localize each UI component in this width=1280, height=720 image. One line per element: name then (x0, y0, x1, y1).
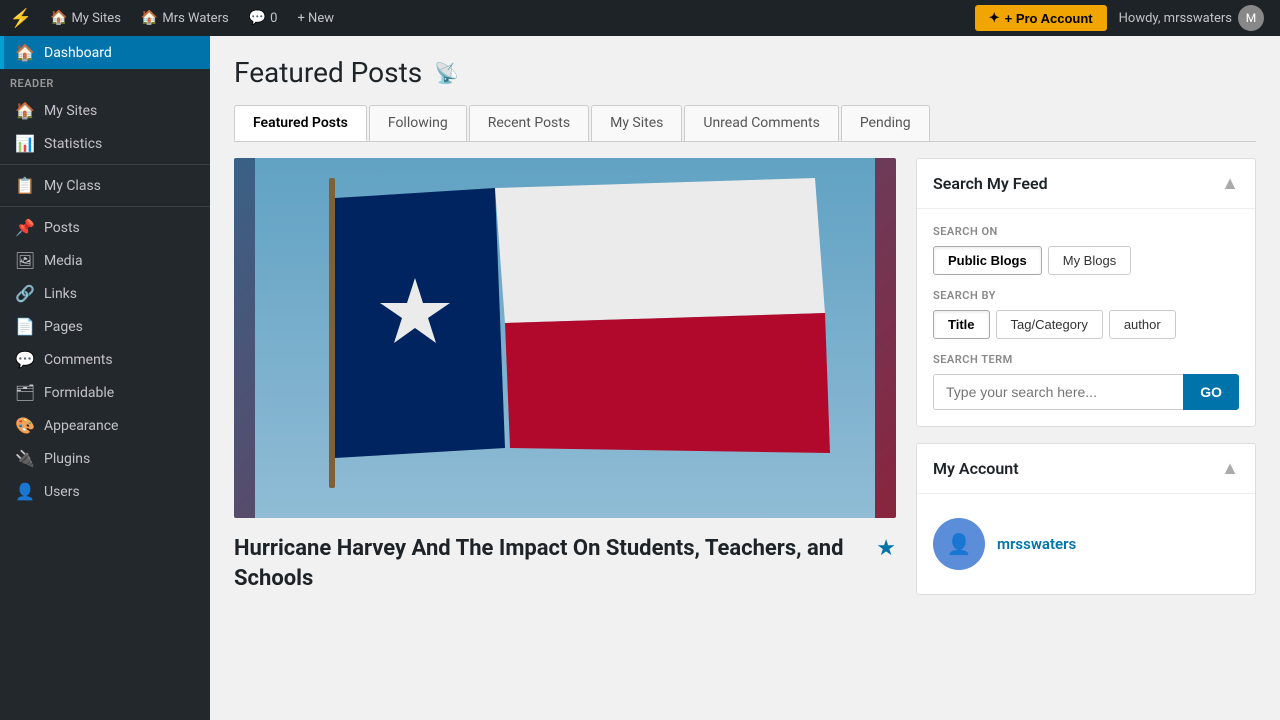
avatar-symbol: 👤 (947, 532, 972, 556)
sidebar-item-myclass[interactable]: 📋 My Class (0, 169, 210, 202)
page-title: Featured Posts (234, 56, 422, 89)
posts-icon: 📌 (14, 218, 36, 237)
account-username[interactable]: mrsswaters (997, 535, 1076, 553)
post-title[interactable]: Hurricane Harvey And The Impact On Stude… (234, 534, 866, 593)
users-icon: 👤 (14, 482, 36, 501)
media-icon: 🖼 (14, 251, 36, 270)
admin-avatar: M (1238, 5, 1264, 31)
account-widget-header: My Account ▲ (917, 444, 1255, 494)
sidebar-item-media[interactable]: 🖼 Media (0, 244, 210, 277)
links-icon: 🔗 (14, 284, 36, 303)
my-blogs-btn[interactable]: My Blogs (1048, 246, 1131, 275)
tab-pending[interactable]: Pending (841, 105, 930, 141)
account-avatar: 👤 (933, 518, 985, 570)
account-widget: My Account ▲ 👤 mrsswaters (916, 443, 1256, 595)
sidebar-item-posts[interactable]: 📌 Posts (0, 211, 210, 244)
sidebar-item-pages[interactable]: 📄 Pages (0, 310, 210, 343)
search-term-label: SEARCH TERM (933, 353, 1239, 366)
my-sites-menu[interactable]: 🏠 My Sites (42, 0, 129, 36)
main-content: Featured Posts 📡 Featured Posts Followin… (210, 36, 1280, 720)
statistics-icon: 📊 (14, 134, 36, 153)
tab-my-sites[interactable]: My Sites (591, 105, 682, 141)
search-by-options: Title Tag/Category author (933, 310, 1239, 339)
sidebar: 🏠 Dashboard Reader 🏠 My Sites 📊 Statisti… (0, 36, 210, 720)
formidable-icon: 🗂 (14, 383, 36, 402)
mysites-icon: 🏠 (14, 101, 36, 120)
appearance-icon: 🎨 (14, 416, 36, 435)
search-widget-header: Search My Feed ▲ (917, 159, 1255, 209)
content-area: Hurricane Harvey And The Impact On Stude… (234, 158, 1256, 700)
howdy-area: Howdy, mrsswaters M (1111, 5, 1272, 31)
sidebar-item-users[interactable]: 👤 Users (0, 475, 210, 508)
sidebar-item-dashboard[interactable]: 🏠 Dashboard (0, 36, 210, 69)
pro-account-button[interactable]: ✦ + Pro Account (975, 5, 1107, 31)
reader-section-header: Reader (0, 69, 210, 94)
admin-bar: ⚡ 🏠 My Sites 🏠 Mrs Waters 💬 0 + New ✦ + … (0, 0, 1280, 36)
pro-plus-icon: ✦ (989, 10, 1000, 26)
user-menu[interactable]: 🏠 Mrs Waters (133, 0, 237, 36)
post-title-area: Hurricane Harvey And The Impact On Stude… (234, 518, 896, 593)
tab-bar: Featured Posts Following Recent Posts My… (234, 105, 1256, 142)
tab-recent-posts[interactable]: Recent Posts (469, 105, 589, 141)
dashboard-icon: 🏠 (14, 43, 36, 62)
sidebar-item-comments[interactable]: 💬 Comments (0, 343, 210, 376)
sidebar-item-statistics[interactable]: 📊 Statistics (0, 127, 210, 160)
rss-icon[interactable]: 📡 (434, 61, 459, 85)
myclass-icon: 📋 (14, 176, 36, 195)
user-icon: 🏠 (141, 10, 158, 26)
search-widget-body: SEARCH ON Public Blogs My Blogs SEARCH B… (917, 209, 1255, 426)
plugins-icon: 🔌 (14, 449, 36, 468)
featured-post-area: Hurricane Harvey And The Impact On Stude… (234, 158, 896, 700)
sidebar-item-appearance[interactable]: 🎨 Appearance (0, 409, 210, 442)
title-btn[interactable]: Title (933, 310, 990, 339)
search-on-label: SEARCH ON (933, 225, 1239, 238)
search-input[interactable] (933, 374, 1183, 410)
search-by-label: SEARCH BY (933, 289, 1239, 302)
post-image (234, 158, 896, 518)
author-btn[interactable]: author (1109, 310, 1176, 339)
search-collapse-icon[interactable]: ▲ (1221, 173, 1239, 194)
sites-icon: 🏠 (50, 10, 67, 26)
account-collapse-icon[interactable]: ▲ (1221, 458, 1239, 479)
right-sidebar: Search My Feed ▲ SEARCH ON Public Blogs … (916, 158, 1256, 700)
pages-icon: 📄 (14, 317, 36, 336)
search-widget: Search My Feed ▲ SEARCH ON Public Blogs … (916, 158, 1256, 427)
sidebar-item-plugins[interactable]: 🔌 Plugins (0, 442, 210, 475)
star-icon[interactable]: ★ (876, 536, 896, 561)
comment-icon: 💬 (249, 10, 266, 26)
sidebar-item-formidable[interactable]: 🗂 Formidable (0, 376, 210, 409)
public-blogs-btn[interactable]: Public Blogs (933, 246, 1042, 275)
account-widget-body: 👤 mrsswaters (917, 494, 1255, 594)
tab-featured-posts[interactable]: Featured Posts (234, 105, 367, 141)
wp-logo[interactable]: ⚡ (8, 5, 34, 31)
tag-category-btn[interactable]: Tag/Category (996, 310, 1103, 339)
tab-unread-comments[interactable]: Unread Comments (684, 105, 838, 141)
new-menu[interactable]: + New (289, 0, 342, 36)
tab-following[interactable]: Following (369, 105, 467, 141)
search-on-options: Public Blogs My Blogs (933, 246, 1239, 275)
account-user: 👤 mrsswaters (933, 510, 1239, 578)
comments-icon: 💬 (14, 350, 36, 369)
search-row: GO (933, 374, 1239, 410)
page-header: Featured Posts 📡 (234, 56, 1256, 89)
go-button[interactable]: GO (1183, 374, 1239, 410)
sidebar-item-mysites[interactable]: 🏠 My Sites (0, 94, 210, 127)
comments-menu[interactable]: 💬 0 (241, 0, 286, 36)
sidebar-item-links[interactable]: 🔗 Links (0, 277, 210, 310)
